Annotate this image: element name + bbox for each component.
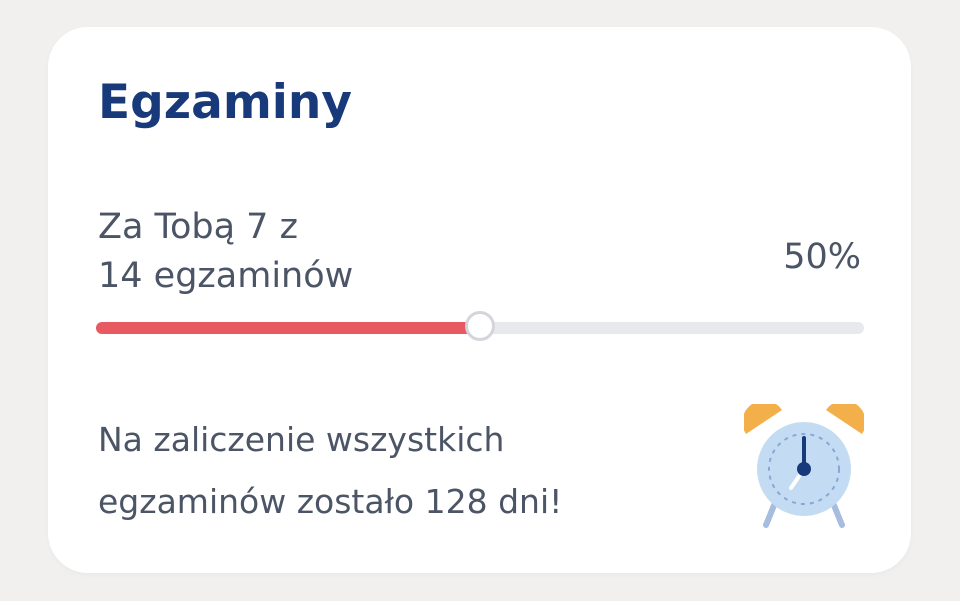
progress-summary-line-2: 14 egzaminów [98,256,354,296]
progress-percent: 50% [783,237,861,277]
days-remaining-line-1: Na zaliczenie wszystkich [98,420,505,459]
days-remaining-line-2: egzaminów zostało 128 dni! [98,482,563,521]
exams-card[interactable]: Egzaminy Za Tobą 7 z 14 egzaminów 50% Na… [48,27,911,573]
progress-bar-fill [96,322,480,334]
progress-summary: Za Tobą 7 z 14 egzaminów [98,3,498,301]
alarm-clock-icon [744,404,864,528]
progress-bar [96,311,864,341]
progress-bar-thumb [465,311,495,341]
days-remaining-message: Na zaliczenie wszystkich egzaminów zosta… [98,409,698,533]
progress-summary-line-1: Za Tobą 7 z [98,207,298,247]
